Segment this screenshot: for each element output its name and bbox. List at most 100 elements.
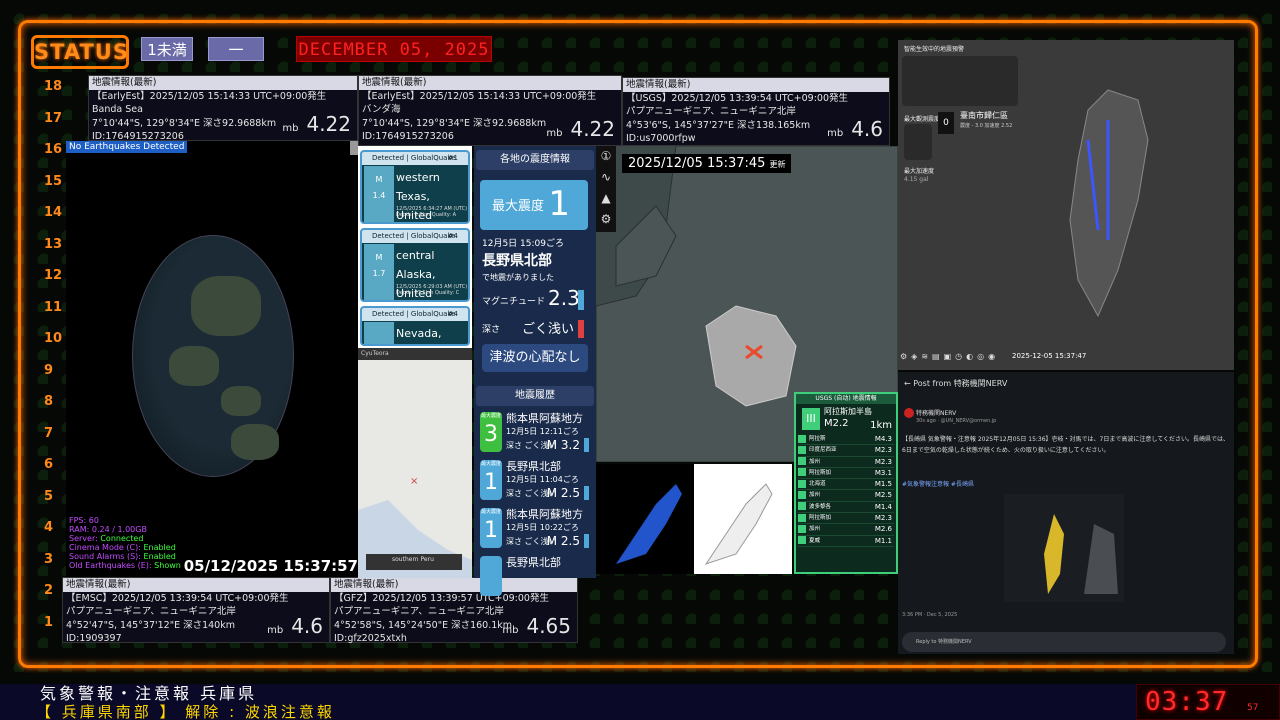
toolbar-button[interactable]: ⚙ [596,209,616,230]
usgs-item-mag: M3.1 [874,468,892,477]
history-mag-bar [584,534,589,548]
map-time: 2025/12/05 15:37:45 [628,156,766,171]
tw-left-3: 4.15 gal [904,176,929,183]
cinema-label: Cinema Mode (C): [69,543,144,552]
tw-icon-bar[interactable]: ⚙◈≋▤▣◷◐◎◉ [900,352,999,361]
history-mag-bar [584,438,589,452]
date-banner: DECEMBER 05, 2025 [296,36,492,62]
history-row[interactable]: 最大震度 1 熊本県阿蘇地方 12月5日 10:22ごろ 深さ ごく浅い M 2.5 [478,504,594,554]
usgs-item-name: 阿拉斯 [809,436,826,442]
gq-card[interactable]: Detected | GlobalQuake#4 Nevada, United [360,306,470,346]
scroll-button[interactable] [350,141,358,155]
usgs-list-item[interactable]: 波多黎各 M1.4 [798,502,894,514]
gq-map[interactable]: CyuTeora × southern Peru [358,348,472,578]
scale-tick: 16 [44,142,63,157]
seismic-info-column: 各地の震度情報 最大震度 1 12月5日 15:09ごろ 長野県北部 で地震があ… [474,146,596,596]
depth-bar [578,320,584,338]
history-badge-num: 3 [484,422,498,447]
land-india [169,346,219,386]
tw-left-1: 最大觀測震度 [904,116,941,123]
quake-source: 【EMSC】2025/12/05 13:39:54 UTC+09:00発生 [66,592,289,604]
nied-map[interactable] [596,464,792,574]
globe[interactable] [132,235,294,477]
taiwan-eew-panel: 智能生效中的地震預警 最大觀測震度 0 臺南市歸仁區 震度 - 3.0 加速度 … [898,40,1234,370]
gq-card[interactable]: Detected | GlobalQuake #1 M 1.4 western Te… [360,150,470,224]
quake-source: 【EarlyEst】2025/12/05 15:14:33 UTC+09:00発… [92,90,327,102]
gq-place-1: central Alaska, [396,249,436,281]
gq-detail-2: Depth: 0.0km Quality: A [396,212,457,218]
usgs-list-item[interactable]: 北海道 M1.5 [798,479,894,491]
history-region: 長野県北部 [506,460,561,473]
scale-tick: 13 [44,236,63,252]
gq-mag: 1.7 [372,269,386,278]
usgs-list-item[interactable]: 阿拉斯加 M2.3 [798,513,894,525]
post-tags[interactable]: #気象警報注意報 #長崎県 [902,479,974,488]
post-author[interactable]: 特務機関NERV [916,408,956,417]
magnitude: 4.22 [570,117,615,141]
scale-tick: 14 [44,205,63,220]
status-label: STATUS [31,35,129,69]
gq-map-label: southern Peru [392,556,434,563]
gq-card-num: #4 [447,310,458,318]
usgs-list-item[interactable]: 加州 M2.3 [798,457,894,468]
globalquake-globe-panel[interactable]: No Earthquakes Detected FPS: 60 RAM: 0.2… [66,141,358,577]
history-row[interactable]: 最大震度 3 熊本県阿蘇地方 12月5日 12:11ごろ 深さ ごく浅い M 3.2 [478,408,594,458]
eq-note: で地震がありました [482,273,554,282]
fps-text: FPS: 60 [69,516,99,525]
toolbar-button[interactable]: ① [596,146,616,167]
mag-unit: mb [827,128,844,139]
land-australia [231,424,279,460]
history-region: 長野県北部 [506,556,561,569]
usgs-item-level [798,468,806,477]
server-value: Connected [100,534,144,543]
max-intensity-box: 最大震度 1 [480,180,588,230]
map-suffix: 更新 [769,160,786,169]
usgs-list-item[interactable]: 阿拉斯 M4.3 [798,434,894,446]
usgs-list-item[interactable]: 夏威 M1.1 [798,536,894,547]
post-header[interactable]: ← Post from 特務機関NERV [904,378,1007,389]
magnitude: 4.6 [851,117,883,141]
usgs-item-level [798,536,806,545]
toolbar-button[interactable]: ▲ [596,188,616,209]
mag-value: 2.3 [548,286,580,310]
no-earthquakes-label: No Earthquakes Detected [66,141,188,153]
history-row[interactable]: 長野県北部 [478,552,594,602]
warning-ticker-detail: 【 兵庫県南部 】 解除 : 波浪注意報 [0,704,1280,720]
usgs-list-item[interactable]: 阿拉斯加 M3.1 [798,468,894,480]
history-row[interactable]: 最大震度 1 長野県北部 12月5日 11:04ごろ 深さ ごく浅い M 2.5 [478,456,594,506]
toolbar-button[interactable]: ∿ [596,167,616,188]
quake-panel-emsc: 地震情報(最新) 【EMSC】2025/12/05 13:39:54 UTC+0… [62,577,330,644]
gq-card[interactable]: Detected | GlobalQuake #4 M 1.7 central Al… [360,228,470,302]
history-time: 12月5日 11:04ごろ [506,475,579,484]
magnitude: 4.22 [306,112,351,136]
quake-panel-usgs: 地震情報(最新) 【USGS】2025/12/05 13:39:54 UTC+0… [622,77,890,146]
clock-time: 03:37 [1145,687,1229,717]
usgs-list-item[interactable]: 加州 M2.5 [798,490,894,502]
quake-region: パプアニューギニア、ニューギニア北岸 [626,106,796,117]
reply-input[interactable]: Reply to 特務機関NERV [902,632,1226,652]
gq-card-num: #4 [447,232,458,240]
usgs-list: 阿拉斯 M4.3 印度尼西亚 M2.3 加州 M2.3 阿拉斯加 M3.1 北海道 M1.5 加州 M… [798,434,894,547]
history-mag-bar [584,486,589,500]
level-pill: 一 [208,37,264,61]
usgs-item-name: 阿拉斯加 [809,515,832,522]
gq-detail-2: Depth: 87.5km Quality: C [396,290,460,296]
gq-mag: 1.4 [372,191,386,200]
usgs-item-level [798,479,806,488]
usgs-list-item[interactable]: 印度尼西亚 M2.3 [798,445,894,457]
scale-tick: 15 [44,173,63,189]
quake-header: 地震情報(最新) [63,578,329,592]
quake-region: バンダ海 [362,104,401,115]
usgs-item-level [798,513,806,522]
usgs-item-mag: M2.3 [874,446,892,455]
history-mag: M 2.5 [546,486,580,500]
usgs-item-mag: M2.5 [874,491,892,500]
scale-tick: 4 [44,520,54,535]
history-region: 熊本県阿蘇地方 [506,412,583,425]
depth-value: ごく浅い [522,322,575,337]
tw-left-2: 最大加速度 [904,168,935,175]
post-image[interactable] [1004,494,1124,602]
gq-map-land: × [358,476,472,578]
usgs-item-level [798,524,806,533]
usgs-list-item[interactable]: 加州 M2.6 [798,524,894,536]
